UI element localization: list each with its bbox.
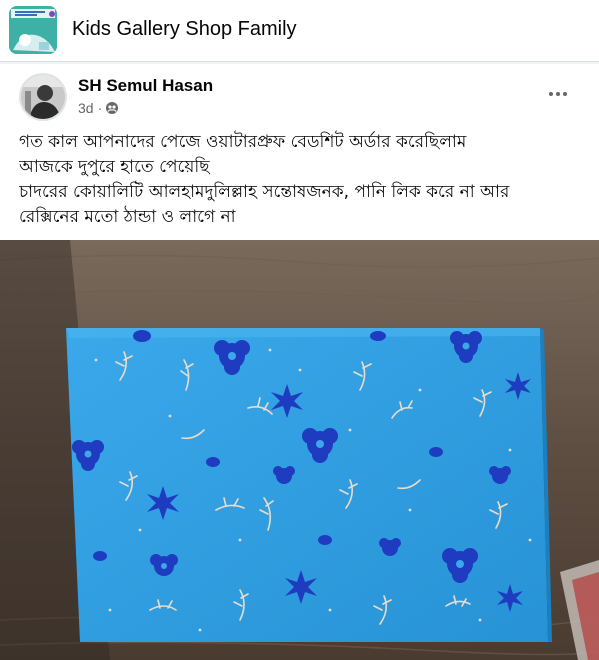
avatar-photo-icon — [21, 75, 65, 119]
post-meta: 3d · — [78, 100, 119, 116]
friends-group-icon — [106, 102, 119, 114]
post-time[interactable]: 3d — [78, 100, 94, 116]
more-options-icon[interactable] — [540, 82, 576, 106]
post-text-line: রেক্সিনের মতো ঠান্ডা ও লাগে না — [19, 207, 236, 227]
group-thumbnail[interactable] — [9, 6, 57, 54]
meta-separator: · — [97, 100, 103, 116]
post-card: SH Semul Hasan 3d · গত কাল আপনাদের পেজে … — [0, 64, 599, 660]
post-text-line: গত কাল আপনাদের পেজে ওয়াটারপ্রুফ বেডশিট … — [19, 132, 467, 152]
post-text-line: আজকে দুপুরে হাতে পেয়েছি — [19, 157, 210, 177]
author-avatar[interactable] — [19, 73, 67, 121]
bedsheet-photo-icon — [0, 240, 599, 660]
post-text: গত কাল আপনাদের পেজে ওয়াটারপ্রুফ বেডশিট … — [19, 130, 589, 230]
group-header: Kids Gallery Shop Family — [0, 0, 599, 62]
post-photo[interactable] — [0, 240, 599, 660]
author-name[interactable]: SH Semul Hasan — [78, 76, 213, 96]
group-name[interactable]: Kids Gallery Shop Family — [72, 18, 297, 41]
post-text-line: চাদরের কোয়ালিটি আলহামদুলিল্লাহ সন্তোষজন… — [19, 182, 510, 202]
group-cover-thumbnail-icon — [9, 6, 57, 54]
